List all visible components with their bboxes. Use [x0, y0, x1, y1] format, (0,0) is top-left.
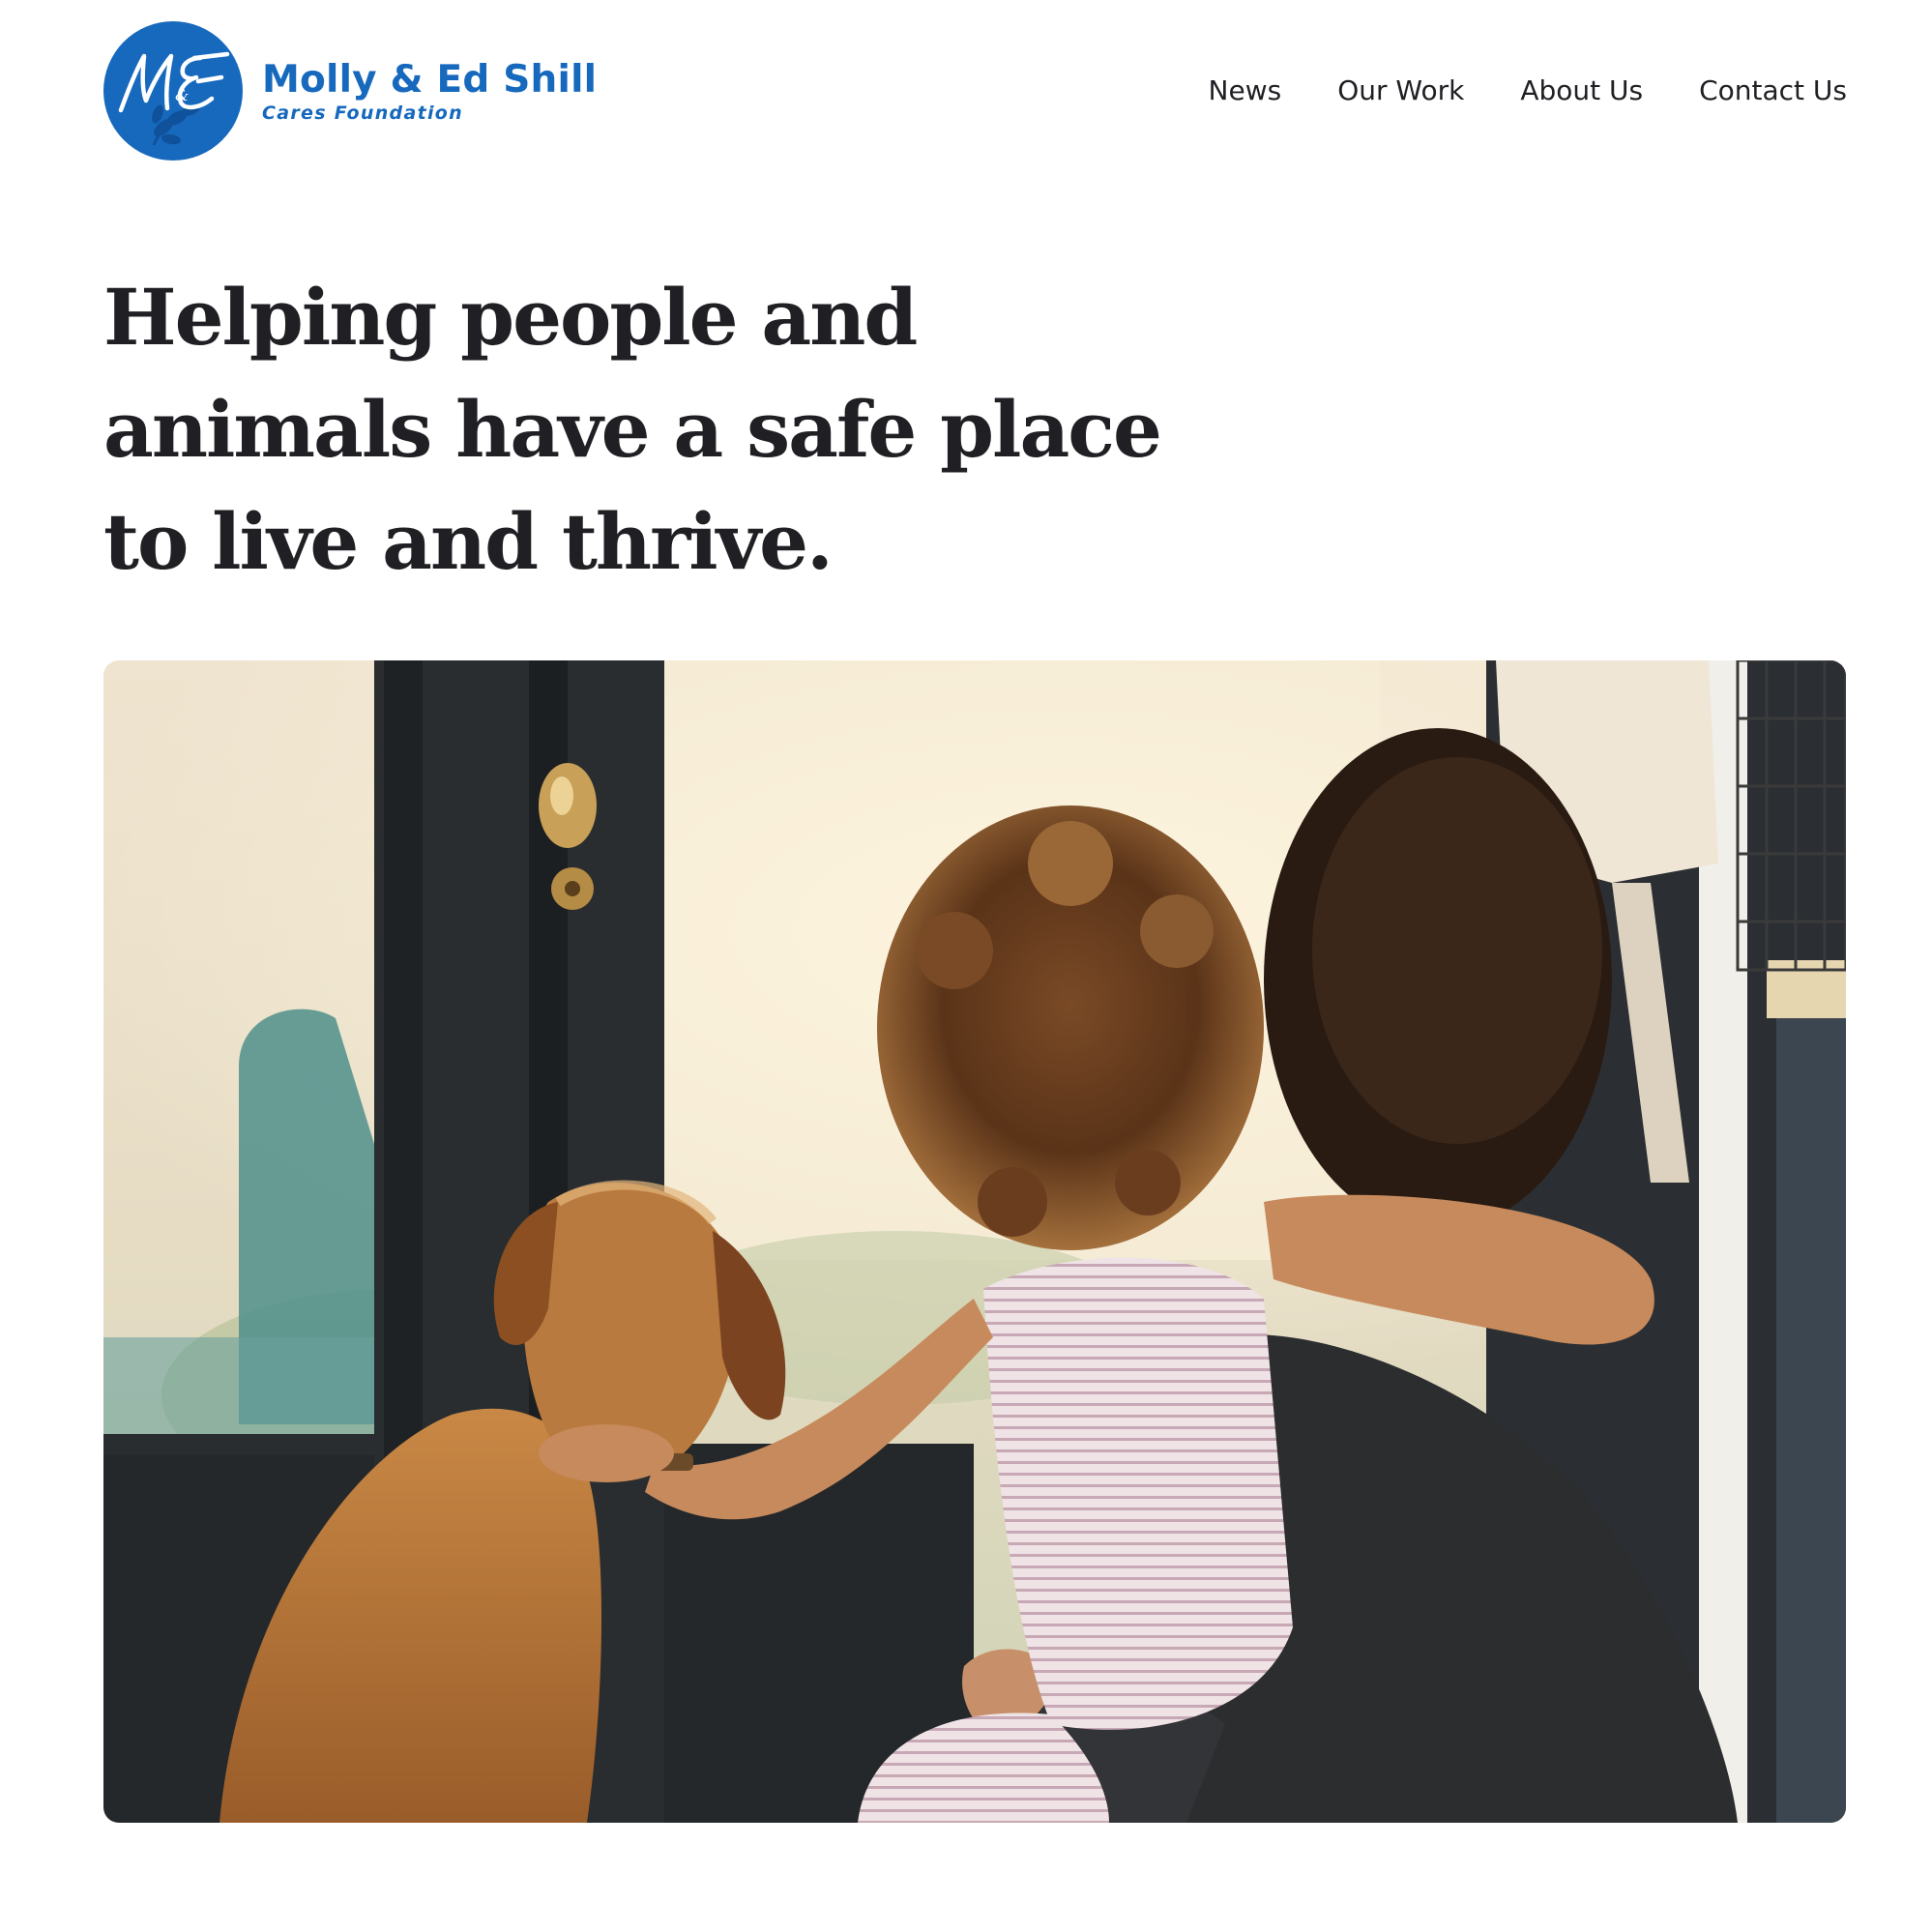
brand-name: Molly & Ed Shill [262, 57, 598, 102]
svg-text:&: & [175, 86, 189, 104]
nav-link-about-us[interactable]: About Us [1520, 70, 1643, 112]
main-navigation: News Our Work About Us Contact Us [1209, 70, 1847, 112]
foundation-logo-icon: & [103, 21, 243, 161]
hero-photo [103, 660, 1846, 1823]
nav-link-our-work[interactable]: Our Work [1337, 70, 1464, 112]
brand-text: Molly & Ed Shill Cares Foundation [262, 57, 598, 124]
nav-link-contact-us[interactable]: Contact Us [1699, 70, 1847, 112]
hero-photo-illustration [103, 660, 1846, 1823]
hero-headline: Helping people and animals have a safe p… [103, 272, 1162, 587]
site-header: & Molly & Ed Shill Cares Foundation News… [0, 0, 1932, 184]
home-logo-link[interactable]: & Molly & Ed Shill Cares Foundation [103, 21, 597, 161]
nav-link-news[interactable]: News [1209, 70, 1282, 112]
brand-subtitle: Cares Foundation [262, 102, 463, 124]
